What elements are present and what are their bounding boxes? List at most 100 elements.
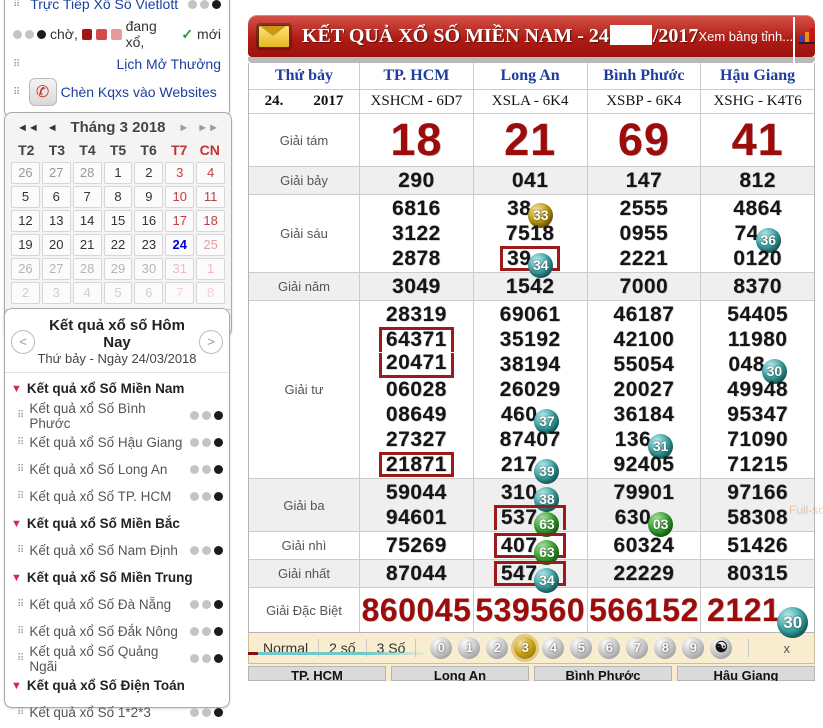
calendar-day[interactable]: 14 — [73, 210, 102, 232]
calendar-day[interactable]: 23 — [134, 234, 163, 256]
calendar-day[interactable]: 21 — [73, 234, 102, 256]
digit-ball-1[interactable]: 1 — [458, 637, 480, 659]
calendar-day[interactable]: 5 — [11, 186, 40, 208]
calendar-day[interactable]: 11 — [196, 186, 225, 208]
province-header[interactable]: TP. HCM — [359, 63, 473, 89]
calendar-day[interactable]: 6 — [42, 186, 71, 208]
prize-label: Giải năm — [249, 273, 359, 300]
calendar-day[interactable]: 8 — [104, 186, 133, 208]
sidebar-item[interactable]: ⠿Kết quả xổ Số Long An — [9, 456, 225, 483]
prev-day-button[interactable]: < — [11, 330, 35, 354]
calendar-day[interactable]: 26 — [11, 162, 40, 184]
sidebar-item[interactable]: ▼Kết quả xổ Số Miền Bắc — [9, 510, 225, 537]
result-number: 51426 — [727, 533, 788, 558]
province-header[interactable]: Hậu Giang — [700, 63, 814, 89]
digit-ball-0[interactable]: 0 — [430, 637, 452, 659]
sidebar-item[interactable]: ⠿Kết quả xổ Số Nam Định — [9, 537, 225, 564]
calendar-day[interactable]: 4 — [73, 282, 102, 304]
calendar-day[interactable]: 1 — [104, 162, 133, 184]
calendar-day[interactable]: 10 — [165, 186, 194, 208]
vietlott-live-row[interactable]: ⠿ Trực Tiếp Xổ Số Vietlott — [11, 0, 223, 15]
prev-year-button[interactable]: ◄◄ — [13, 122, 43, 134]
calendar-day[interactable]: 27 — [42, 258, 71, 280]
footer-province-tab[interactable]: TP. HCM — [248, 666, 386, 681]
calendar-day[interactable]: 1 — [196, 258, 225, 280]
province-header[interactable]: Bình Phước — [587, 63, 701, 89]
prev-month-button[interactable]: ◄ — [43, 122, 62, 134]
calendar-day[interactable]: 2 — [11, 282, 40, 304]
calendar-day[interactable]: 9 — [134, 186, 163, 208]
calendar-day[interactable]: 28 — [73, 258, 102, 280]
vietlott-live-link[interactable]: Trực Tiếp Xổ Số Vietlott — [30, 0, 178, 12]
footer-province-tab[interactable]: Long An — [391, 666, 529, 681]
calendar-day[interactable]: 19 — [11, 234, 40, 256]
next-year-button[interactable]: ►► — [193, 122, 223, 134]
result-line: 95347 — [701, 402, 814, 427]
result-line: 35192 — [474, 327, 587, 352]
digit-ball-7[interactable]: 7 — [626, 637, 648, 659]
calendar-day[interactable]: 13 — [42, 210, 71, 232]
calendar-day[interactable]: 15 — [104, 210, 133, 232]
yinyang-ball[interactable]: ☯ — [710, 637, 732, 659]
calendar-day[interactable]: 20 — [42, 234, 71, 256]
sidebar-item[interactable]: ▼Kết quả xổ Số Miền Trung — [9, 564, 225, 591]
calendar-day[interactable]: 7 — [165, 282, 194, 304]
sidebar-item[interactable]: ⠿Kết quả xổ Số TP. HCM — [9, 483, 225, 510]
result-line: 1542 — [474, 274, 587, 299]
province-header[interactable]: Long An — [473, 63, 587, 89]
calendar-day[interactable]: 28 — [73, 162, 102, 184]
footer-province-tab[interactable]: Bình Phước — [534, 666, 672, 681]
calendar-day[interactable]: 6 — [134, 282, 163, 304]
next-month-button[interactable]: ► — [174, 122, 193, 134]
calendar-day[interactable]: 25 — [196, 234, 225, 256]
calendar-day[interactable]: 16 — [134, 210, 163, 232]
calendar-day[interactable]: 29 — [104, 258, 133, 280]
embed-widget-icon: ✆ — [29, 78, 57, 106]
calendar-day[interactable]: 18 — [196, 210, 225, 232]
weekday-header: T3 — [42, 142, 73, 158]
x-button[interactable]: x — [763, 641, 810, 656]
calendar-day[interactable]: 3 — [165, 162, 194, 184]
calendar-day[interactable]: 12 — [11, 210, 40, 232]
sidebar-item[interactable]: ⠿Kết quả xổ Số Hậu Giang — [9, 429, 225, 456]
sidebar-item[interactable]: ⠿Kết quả xổ Số Bình Phước — [9, 402, 225, 429]
sidebar-item[interactable]: ⠿Kết quả xổ Số 1*2*3 — [9, 699, 225, 726]
calendar-day[interactable]: 8 — [196, 282, 225, 304]
digit-ball-4[interactable]: 4 — [542, 637, 564, 659]
calendar-day[interactable]: 7 — [73, 186, 102, 208]
digit-ball-3[interactable]: 3 — [514, 637, 536, 659]
sidebar-item[interactable]: ⠿Kết quả xổ Số Quảng Ngãi — [9, 645, 225, 672]
next-day-button[interactable]: > — [199, 330, 223, 354]
digit-ball-5[interactable]: 5 — [570, 637, 592, 659]
calendar-day[interactable]: 31 — [165, 258, 194, 280]
drag-handle-icon: ⠿ — [13, 87, 20, 98]
calendar-day[interactable]: 3 — [42, 282, 71, 304]
digit-ball-6[interactable]: 6 — [598, 637, 620, 659]
digit-ball-2[interactable]: 2 — [486, 637, 508, 659]
sidebar-item[interactable]: ▼Kết quả xổ Số Miền Nam — [9, 375, 225, 402]
calendar-week: 2627281234 — [10, 161, 226, 185]
calendar-day[interactable]: 26 — [11, 258, 40, 280]
calendar-day[interactable]: 27 — [42, 162, 71, 184]
calendar-day[interactable]: 4 — [196, 162, 225, 184]
sidebar-item[interactable]: ▼Kết quả xổ Số Điện Toán — [9, 672, 225, 699]
calendar-day[interactable]: 5 — [104, 282, 133, 304]
bar-chart-icon[interactable] — [799, 28, 815, 44]
digit-ball-9[interactable]: 9 — [682, 637, 704, 659]
calendar-day[interactable]: 30 — [134, 258, 163, 280]
embed-link[interactable]: Chèn Kqxs vào Websites — [61, 84, 217, 100]
schedule-link[interactable]: Lịch Mở Thưởng — [116, 56, 221, 72]
calendar-day[interactable]: 2 — [134, 162, 163, 184]
digit-ball-8[interactable]: 8 — [654, 637, 676, 659]
calendar-day[interactable]: 17 — [165, 210, 194, 232]
result-number: 26029 — [500, 377, 561, 402]
prize-cell: 54734 — [473, 560, 587, 587]
calendar-day[interactable]: 22 — [104, 234, 133, 256]
sidebar-item[interactable]: ⠿Kết quả xổ Số Đà Nẵng — [9, 591, 225, 618]
footer-province-tab[interactable]: Hậu Giang — [677, 666, 815, 681]
view-province-table-link[interactable]: Xem bảng tỉnh... — [698, 29, 793, 44]
result-number: 147 — [626, 168, 663, 193]
calendar-day-selected[interactable]: 24 — [165, 234, 194, 256]
today-box-date: Thứ bảy - Ngày 24/03/2018 — [35, 351, 199, 366]
sidebar-item[interactable]: ⠿Kết quả xổ Số Đắk Nông — [9, 618, 225, 645]
